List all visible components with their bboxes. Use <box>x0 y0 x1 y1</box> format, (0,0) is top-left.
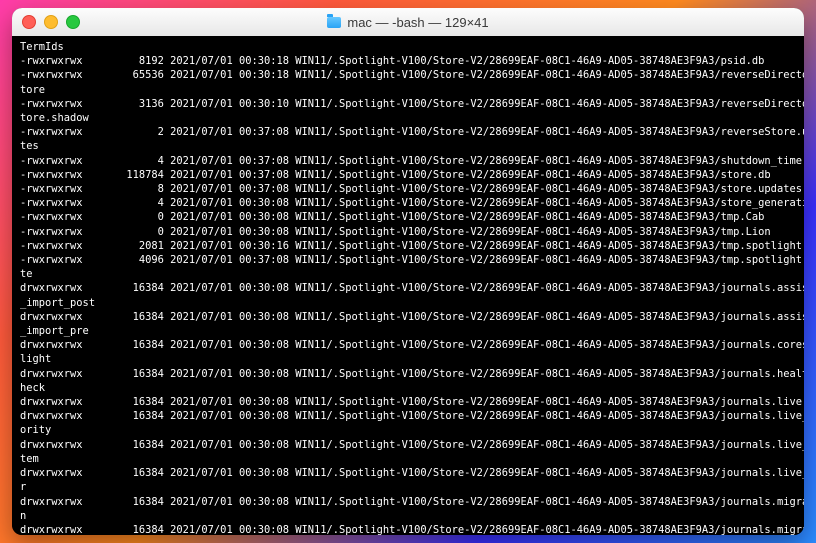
close-button[interactable] <box>22 15 36 29</box>
terminal-window: mac — -bash — 129×41 TermIds -rwxrwxrwx … <box>12 8 804 535</box>
traffic-lights <box>22 15 80 29</box>
window-title-text: mac — -bash — 129×41 <box>347 15 488 30</box>
desktop-background: mac — -bash — 129×41 TermIds -rwxrwxrwx … <box>0 0 816 543</box>
terminal-output[interactable]: TermIds -rwxrwxrwx 8192 2021/07/01 00:30… <box>12 36 804 535</box>
folder-icon <box>327 17 341 28</box>
window-title: mac — -bash — 129×41 <box>12 15 804 30</box>
minimize-button[interactable] <box>44 15 58 29</box>
titlebar[interactable]: mac — -bash — 129×41 <box>12 8 804 37</box>
zoom-button[interactable] <box>66 15 80 29</box>
